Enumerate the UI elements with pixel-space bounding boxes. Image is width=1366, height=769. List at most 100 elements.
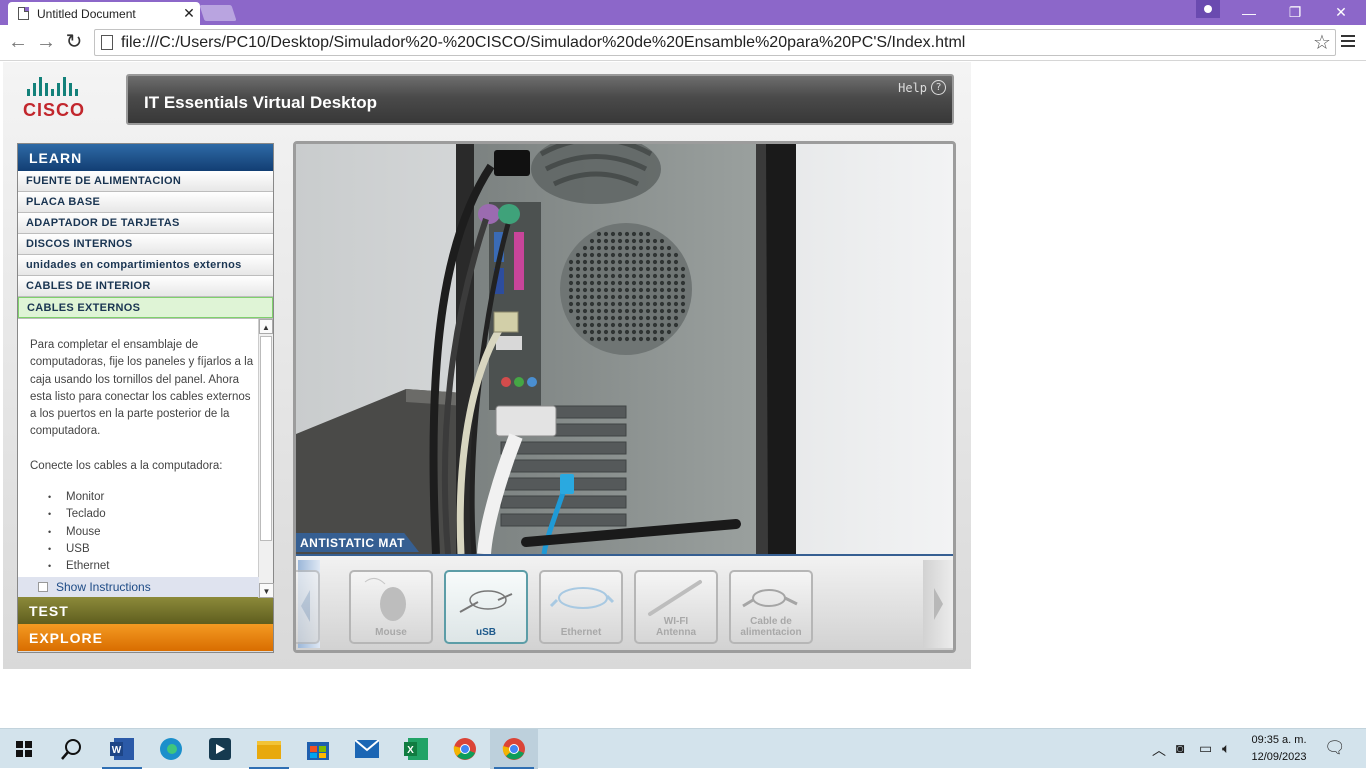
reload-icon[interactable]: ↻	[62, 31, 86, 53]
taskbar-mail[interactable]	[343, 729, 391, 769]
vent-hole	[596, 266, 602, 272]
tray-item-mouse[interactable]: Mouse	[349, 570, 433, 644]
vent-hole	[610, 266, 616, 272]
explore-section[interactable]: EXPLORE	[18, 624, 273, 651]
list-item: Mouse	[30, 524, 254, 542]
vent-hole	[624, 273, 630, 279]
tray-item-usb[interactable]: uSB	[444, 570, 528, 644]
meet-now-icon[interactable]: ◙	[1176, 740, 1184, 756]
start-button[interactable]	[0, 729, 48, 769]
notification-icon[interactable]: 🗨︎	[1324, 738, 1346, 758]
vent-hole	[610, 287, 616, 293]
vent-hole	[582, 259, 588, 265]
vent-hole	[659, 245, 665, 251]
tray-item-wifi-antenna[interactable]: WI-FI Antenna	[634, 570, 718, 644]
vent-hole	[631, 294, 637, 300]
bookmark-star-icon[interactable]: ☆	[1309, 30, 1335, 55]
vent-hole	[596, 280, 602, 286]
tray-item-label: uSB	[476, 627, 496, 638]
vent-hole	[652, 301, 658, 307]
taskbar-store[interactable]	[294, 729, 342, 769]
address-bar[interactable]: file:///C:/Users/PC10/Desktop/Simulador%…	[94, 29, 1336, 56]
new-tab-button[interactable]	[199, 5, 237, 21]
app-title: IT Essentials Virtual Desktop	[144, 93, 378, 112]
taskbar-excel[interactable]: X	[392, 729, 440, 769]
taskbar-media-app[interactable]	[196, 729, 244, 769]
tray-item-ethernet[interactable]: Ethernet	[539, 570, 623, 644]
vent-hole	[575, 252, 581, 258]
show-hidden-icons-icon[interactable]: ︿	[1152, 740, 1166, 760]
scroll-up-icon[interactable]: ▲	[259, 319, 273, 334]
network-icon[interactable]: ▭	[1199, 740, 1212, 757]
vent-hole	[638, 238, 644, 244]
tray-item-hidden[interactable]	[296, 570, 320, 644]
minimize-button[interactable]: —	[1226, 0, 1272, 25]
vent-hole	[596, 259, 602, 265]
nav-item-fuente[interactable]: FUENTE DE ALIMENTACION	[18, 171, 273, 192]
vent-hole	[617, 294, 623, 300]
vent-hole	[673, 287, 679, 293]
edge-icon	[160, 738, 182, 760]
show-instructions-toggle[interactable]: Show Instructions	[18, 577, 259, 597]
vent-hole	[659, 301, 665, 307]
test-section[interactable]: TEST	[18, 597, 273, 624]
vent-hole	[638, 336, 644, 342]
vent-hole	[631, 336, 637, 342]
instructions-scrollbar[interactable]: ▲ ▼	[258, 319, 274, 598]
vent-hole	[624, 238, 630, 244]
vent-hole	[575, 266, 581, 272]
vent-hole	[659, 308, 665, 314]
nav-item-cables-externos[interactable]: CABLES EXTERNOS	[18, 297, 273, 318]
vent-hole	[617, 231, 623, 237]
taskbar-chrome[interactable]	[441, 729, 489, 769]
left-nav: LEARN FUENTE DE ALIMENTACION PLACA BASE …	[17, 143, 274, 653]
vent-hole	[680, 280, 686, 286]
vent-hole	[575, 273, 581, 279]
close-tab-icon[interactable]: ✕	[178, 5, 200, 22]
vent-hole	[659, 329, 665, 335]
vent-hole	[624, 294, 630, 300]
checkbox-icon[interactable]	[38, 582, 48, 592]
learn-section[interactable]: LEARN	[18, 144, 273, 171]
help-button[interactable]: Help ?	[898, 80, 946, 95]
taskbar-word[interactable]: W	[98, 729, 146, 769]
volume-icon[interactable]: 🔈︎	[1222, 740, 1230, 757]
list-item: Teclado	[30, 506, 254, 524]
scroll-thumb[interactable]	[260, 336, 272, 541]
vent-hole	[659, 252, 665, 258]
vent-hole	[589, 287, 595, 293]
vent-hole	[680, 294, 686, 300]
nav-item-cables-interior[interactable]: CABLES DE INTERIOR	[18, 276, 273, 297]
tray-scroll-right-icon[interactable]	[923, 560, 953, 648]
forward-icon[interactable]: →	[34, 31, 58, 53]
nav-item-adaptador[interactable]: ADAPTADOR DE TARJETAS	[18, 213, 273, 234]
vent-hole	[589, 280, 595, 286]
vent-hole	[589, 259, 595, 265]
instructions-paragraph-2: Conecte los cables a la computadora:	[30, 459, 223, 472]
vent-hole	[631, 287, 637, 293]
restore-button[interactable]: ❐	[1272, 0, 1318, 25]
system-clock[interactable]: 09:35 a. m. 12/09/2023	[1244, 732, 1314, 766]
taskbar-chrome-active[interactable]	[490, 729, 538, 769]
vent-hole	[673, 266, 679, 272]
vent-hole	[680, 287, 686, 293]
profile-icon[interactable]	[1196, 0, 1220, 18]
menu-icon[interactable]	[1341, 35, 1355, 50]
nav-item-discos[interactable]: DISCOS INTERNOS	[18, 234, 273, 255]
vent-hole	[666, 301, 672, 307]
vent-hole	[568, 259, 574, 265]
cable-list: Monitor Teclado Mouse USB Ethernet	[30, 489, 254, 576]
vent-hole	[624, 322, 630, 328]
search-button[interactable]	[48, 729, 96, 769]
taskbar-edge[interactable]	[147, 729, 195, 769]
nav-item-placa-base[interactable]: PLACA BASE	[18, 192, 273, 213]
close-window-button[interactable]: ✕	[1318, 0, 1364, 25]
back-icon[interactable]: ←	[6, 31, 30, 53]
nav-item-unidades[interactable]: unidades en compartimientos externos	[18, 255, 273, 276]
scroll-down-icon[interactable]: ▼	[259, 583, 274, 598]
browser-tab[interactable]: Untitled Document ✕	[8, 2, 200, 25]
tray-item-power-cable[interactable]: Cable de alimentacion	[729, 570, 813, 644]
help-icon: ?	[931, 80, 946, 95]
vent-hole	[638, 280, 644, 286]
taskbar-file-explorer[interactable]	[245, 729, 293, 769]
